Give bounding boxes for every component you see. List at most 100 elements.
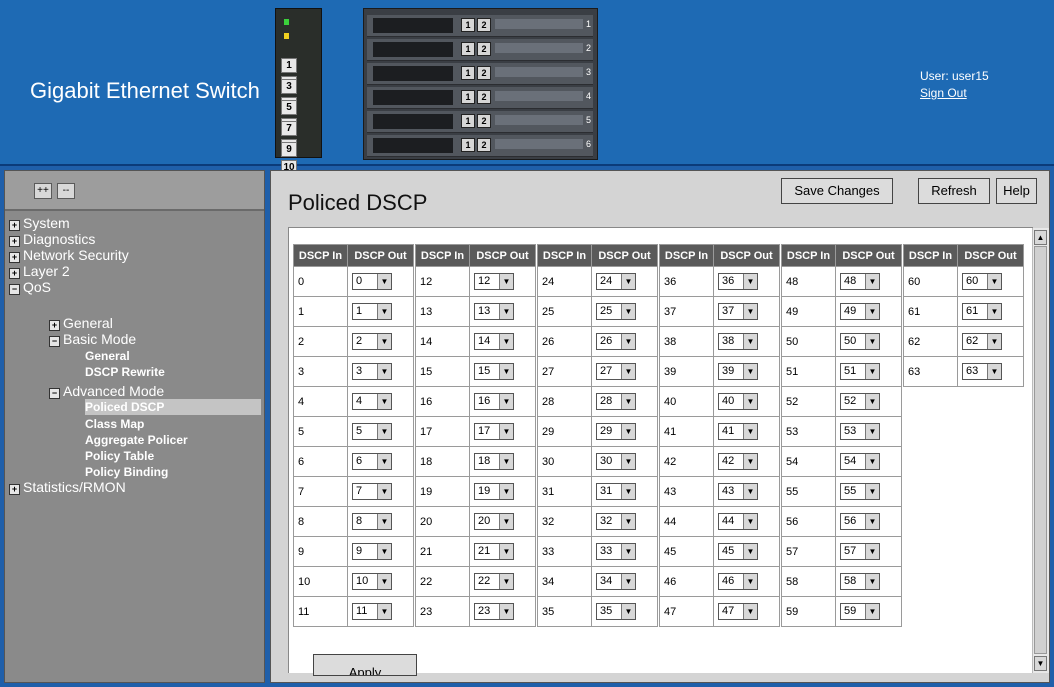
dropdown-arrow-icon[interactable]: ▼ bbox=[621, 304, 635, 319]
dscp-out-select[interactable]: 31 ▼ bbox=[596, 483, 636, 500]
dropdown-arrow-icon[interactable]: ▼ bbox=[865, 274, 879, 289]
dscp-out-select[interactable]: 50 ▼ bbox=[840, 333, 880, 350]
dropdown-arrow-icon[interactable]: ▼ bbox=[377, 574, 391, 589]
dscp-out-select[interactable]: 53 ▼ bbox=[840, 423, 880, 440]
dropdown-arrow-icon[interactable]: ▼ bbox=[865, 424, 879, 439]
dscp-out-select[interactable]: 56 ▼ bbox=[840, 513, 880, 530]
scrollbar-thumb[interactable] bbox=[1034, 246, 1047, 654]
dscp-out-select[interactable]: 43 ▼ bbox=[718, 483, 758, 500]
dscp-out-select[interactable]: 9 ▼ bbox=[352, 543, 392, 560]
dropdown-arrow-icon[interactable]: ▼ bbox=[743, 544, 757, 559]
dropdown-arrow-icon[interactable]: ▼ bbox=[377, 394, 391, 409]
dscp-out-select[interactable]: 23 ▼ bbox=[474, 603, 514, 620]
dscp-out-select[interactable]: 34 ▼ bbox=[596, 573, 636, 590]
dropdown-arrow-icon[interactable]: ▼ bbox=[865, 454, 879, 469]
vertical-scrollbar[interactable]: ▲ ▼ bbox=[1032, 228, 1049, 673]
sidebar-item[interactable]: Aggregate Policer bbox=[85, 432, 188, 448]
minus-box-icon[interactable]: − bbox=[49, 336, 60, 347]
dscp-out-select[interactable]: 20 ▼ bbox=[474, 513, 514, 530]
sidebar-item[interactable]: − Basic Mode bbox=[49, 331, 136, 347]
dscp-out-select[interactable]: 35 ▼ bbox=[596, 603, 636, 620]
sidebar-item[interactable]: − Advanced Mode bbox=[49, 383, 164, 399]
dscp-out-select[interactable]: 18 ▼ bbox=[474, 453, 514, 470]
minus-box-icon[interactable]: − bbox=[9, 284, 20, 295]
sidebar-item[interactable]: + Network Security bbox=[9, 247, 129, 263]
dropdown-arrow-icon[interactable]: ▼ bbox=[621, 544, 635, 559]
dscp-out-select[interactable]: 4 ▼ bbox=[352, 393, 392, 410]
scroll-up-arrow-icon[interactable]: ▲ bbox=[1034, 230, 1047, 245]
collapse-all-button[interactable]: -- bbox=[57, 183, 75, 199]
dscp-out-select[interactable]: 57 ▼ bbox=[840, 543, 880, 560]
dscp-out-select[interactable]: 27 ▼ bbox=[596, 363, 636, 380]
dropdown-arrow-icon[interactable]: ▼ bbox=[377, 484, 391, 499]
sidebar-item[interactable]: General bbox=[85, 348, 130, 364]
dscp-out-select[interactable]: 28 ▼ bbox=[596, 393, 636, 410]
sidebar-item[interactable]: + Layer 2 bbox=[9, 263, 70, 279]
plus-box-icon[interactable]: + bbox=[9, 252, 20, 263]
dropdown-arrow-icon[interactable]: ▼ bbox=[865, 334, 879, 349]
dscp-out-select[interactable]: 6 ▼ bbox=[352, 453, 392, 470]
dscp-out-select[interactable]: 59 ▼ bbox=[840, 603, 880, 620]
dscp-out-select[interactable]: 54 ▼ bbox=[840, 453, 880, 470]
dscp-out-select[interactable]: 25 ▼ bbox=[596, 303, 636, 320]
dropdown-arrow-icon[interactable]: ▼ bbox=[499, 544, 513, 559]
dropdown-arrow-icon[interactable]: ▼ bbox=[987, 274, 1001, 289]
dscp-out-select[interactable]: 38 ▼ bbox=[718, 333, 758, 350]
dscp-out-select[interactable]: 24 ▼ bbox=[596, 273, 636, 290]
dscp-out-select[interactable]: 48 ▼ bbox=[840, 273, 880, 290]
dropdown-arrow-icon[interactable]: ▼ bbox=[621, 364, 635, 379]
dscp-out-select[interactable]: 19 ▼ bbox=[474, 483, 514, 500]
sidebar-item[interactable]: + General bbox=[49, 315, 113, 331]
dscp-out-select[interactable]: 40 ▼ bbox=[718, 393, 758, 410]
save-changes-button[interactable]: Save Changes bbox=[781, 178, 893, 204]
dropdown-arrow-icon[interactable]: ▼ bbox=[865, 304, 879, 319]
dropdown-arrow-icon[interactable]: ▼ bbox=[377, 454, 391, 469]
dscp-out-select[interactable]: 17 ▼ bbox=[474, 423, 514, 440]
dscp-out-select[interactable]: 30 ▼ bbox=[596, 453, 636, 470]
dropdown-arrow-icon[interactable]: ▼ bbox=[987, 334, 1001, 349]
dropdown-arrow-icon[interactable]: ▼ bbox=[499, 484, 513, 499]
dropdown-arrow-icon[interactable]: ▼ bbox=[621, 574, 635, 589]
dscp-out-select[interactable]: 10 ▼ bbox=[352, 573, 392, 590]
dscp-out-select[interactable]: 52 ▼ bbox=[840, 393, 880, 410]
dscp-out-select[interactable]: 26 ▼ bbox=[596, 333, 636, 350]
refresh-button[interactable]: Refresh bbox=[918, 178, 990, 204]
dscp-out-select[interactable]: 8 ▼ bbox=[352, 513, 392, 530]
sidebar-item[interactable]: + Diagnostics bbox=[9, 231, 95, 247]
dropdown-arrow-icon[interactable]: ▼ bbox=[377, 604, 391, 619]
dropdown-arrow-icon[interactable]: ▼ bbox=[621, 424, 635, 439]
dscp-out-select[interactable]: 61 ▼ bbox=[962, 303, 1002, 320]
dscp-out-select[interactable]: 16 ▼ bbox=[474, 393, 514, 410]
plus-box-icon[interactable]: + bbox=[9, 220, 20, 231]
dscp-out-select[interactable]: 39 ▼ bbox=[718, 363, 758, 380]
dscp-out-select[interactable]: 2 ▼ bbox=[352, 333, 392, 350]
dscp-out-select[interactable]: 14 ▼ bbox=[474, 333, 514, 350]
sidebar-item[interactable]: + System bbox=[9, 215, 70, 231]
dscp-out-select[interactable]: 45 ▼ bbox=[718, 543, 758, 560]
dscp-out-select[interactable]: 46 ▼ bbox=[718, 573, 758, 590]
dscp-out-select[interactable]: 32 ▼ bbox=[596, 513, 636, 530]
sidebar-item[interactable]: Policed DSCP bbox=[85, 399, 261, 415]
dropdown-arrow-icon[interactable]: ▼ bbox=[865, 394, 879, 409]
dropdown-arrow-icon[interactable]: ▼ bbox=[743, 484, 757, 499]
dscp-out-select[interactable]: 49 ▼ bbox=[840, 303, 880, 320]
dropdown-arrow-icon[interactable]: ▼ bbox=[743, 424, 757, 439]
dscp-out-select[interactable]: 55 ▼ bbox=[840, 483, 880, 500]
dropdown-arrow-icon[interactable]: ▼ bbox=[499, 604, 513, 619]
dscp-out-select[interactable]: 62 ▼ bbox=[962, 333, 1002, 350]
sign-out-link[interactable]: Sign Out bbox=[920, 86, 989, 100]
dropdown-arrow-icon[interactable]: ▼ bbox=[743, 394, 757, 409]
dropdown-arrow-icon[interactable]: ▼ bbox=[865, 544, 879, 559]
dropdown-arrow-icon[interactable]: ▼ bbox=[621, 604, 635, 619]
dropdown-arrow-icon[interactable]: ▼ bbox=[743, 454, 757, 469]
dropdown-arrow-icon[interactable]: ▼ bbox=[499, 304, 513, 319]
expand-all-button[interactable]: ++ bbox=[34, 183, 52, 199]
dscp-out-select[interactable]: 21 ▼ bbox=[474, 543, 514, 560]
dropdown-arrow-icon[interactable]: ▼ bbox=[865, 574, 879, 589]
plus-box-icon[interactable]: + bbox=[9, 236, 20, 247]
dscp-out-select[interactable]: 1 ▼ bbox=[352, 303, 392, 320]
minus-box-icon[interactable]: − bbox=[49, 388, 60, 399]
dropdown-arrow-icon[interactable]: ▼ bbox=[499, 424, 513, 439]
dscp-out-select[interactable]: 22 ▼ bbox=[474, 573, 514, 590]
dropdown-arrow-icon[interactable]: ▼ bbox=[377, 544, 391, 559]
